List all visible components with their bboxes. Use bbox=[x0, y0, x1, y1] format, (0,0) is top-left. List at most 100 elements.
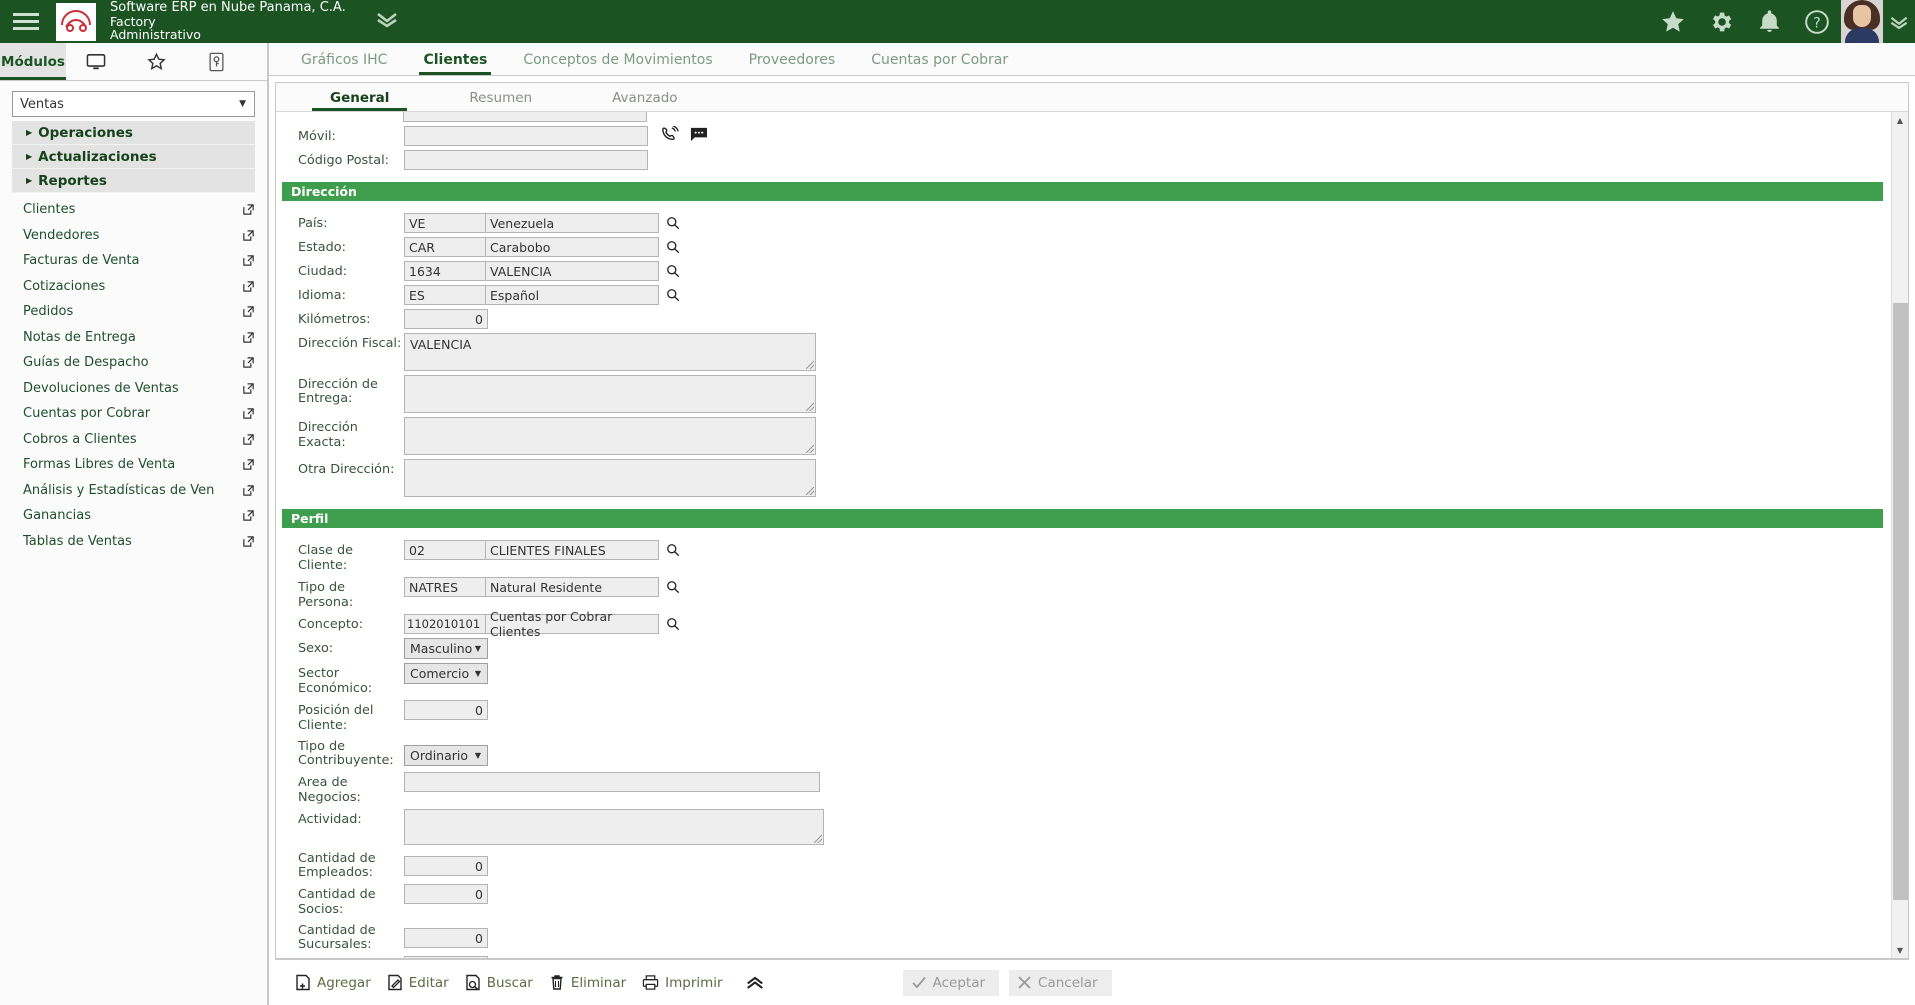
sector-economico-select[interactable]: Comercio ▼ bbox=[404, 663, 488, 684]
notifications-bell-icon[interactable] bbox=[1745, 0, 1793, 43]
magnifier-icon[interactable] bbox=[665, 285, 681, 305]
kilometros-input[interactable]: 0 bbox=[404, 309, 488, 329]
pais-name-input[interactable]: Venezuela bbox=[485, 213, 659, 233]
sidebar-item-notas-de-entrega[interactable]: Notas de Entrega bbox=[0, 325, 267, 351]
sidebar-item-tablas-de-ventas[interactable]: Tablas de Ventas bbox=[0, 529, 267, 555]
clase-cliente-code-input[interactable]: 02 bbox=[404, 540, 486, 560]
actividad-textarea[interactable] bbox=[404, 809, 824, 845]
external-link-icon[interactable] bbox=[242, 433, 255, 446]
chevron-double-down-icon[interactable] bbox=[374, 10, 400, 33]
external-link-icon[interactable] bbox=[242, 458, 255, 471]
external-link-icon[interactable] bbox=[242, 280, 255, 293]
posicion-cliente-input[interactable]: 0 bbox=[404, 700, 488, 720]
sidebar-item-cotizaciones[interactable]: Cotizaciones bbox=[0, 274, 267, 300]
tab-clientes[interactable]: Clientes bbox=[405, 53, 505, 75]
sidebar-item-guias-de-despacho[interactable]: Guías de Despacho bbox=[0, 350, 267, 376]
sidebar-item-clientes[interactable]: Clientes bbox=[0, 197, 267, 223]
tab-conceptos-de-movimientos[interactable]: Conceptos de Movimientos bbox=[505, 53, 730, 75]
magnifier-icon[interactable] bbox=[665, 237, 681, 257]
magnifier-icon[interactable] bbox=[665, 213, 681, 233]
external-link-icon[interactable] bbox=[242, 305, 255, 318]
settings-gear-icon[interactable] bbox=[1697, 0, 1745, 43]
tipo-contribuyente-select[interactable]: Ordinario ▼ bbox=[404, 745, 488, 766]
scroll-down-arrow-icon[interactable]: ▼ bbox=[1892, 942, 1909, 958]
codigo-postal-input[interactable] bbox=[404, 150, 648, 170]
external-link-icon[interactable] bbox=[242, 254, 255, 267]
star-icon[interactable] bbox=[126, 43, 186, 80]
magnifier-icon[interactable] bbox=[665, 540, 681, 560]
hamburger-icon[interactable] bbox=[0, 0, 52, 43]
clipped-field[interactable] bbox=[403, 112, 647, 122]
area-negocios-input[interactable] bbox=[404, 772, 820, 792]
sidebar-item-devoluciones-de-ventas[interactable]: Devoluciones de Ventas bbox=[0, 376, 267, 402]
idioma-code-input[interactable]: ES bbox=[404, 285, 486, 305]
search-button[interactable]: Buscar bbox=[461, 970, 545, 995]
subtab-general[interactable]: General bbox=[290, 91, 429, 112]
add-button[interactable]: Agregar bbox=[291, 970, 383, 995]
subtab-avanzado[interactable]: Avanzado bbox=[572, 91, 717, 112]
tipo-persona-name-input[interactable]: Natural Residente bbox=[485, 577, 659, 597]
sidebar-item-vendedores[interactable]: Vendedores bbox=[0, 223, 267, 249]
form-vertical-scrollbar[interactable]: ▲ ▼ bbox=[1891, 112, 1908, 958]
sidebar-group-actualizaciones[interactable]: ▶ Actualizaciones bbox=[12, 145, 255, 169]
delete-button[interactable]: Eliminar bbox=[545, 970, 638, 995]
tipo-persona-code-input[interactable]: NATRES bbox=[404, 577, 486, 597]
external-link-icon[interactable] bbox=[242, 484, 255, 497]
cantidad-socios-input[interactable]: 0 bbox=[404, 884, 488, 904]
external-link-icon[interactable] bbox=[242, 382, 255, 395]
user-avatar[interactable] bbox=[1841, 0, 1883, 43]
tab-proveedores[interactable]: Proveedores bbox=[731, 53, 854, 75]
direccion-exacta-textarea[interactable] bbox=[404, 417, 816, 455]
magnifier-icon[interactable] bbox=[665, 614, 681, 634]
subtab-resumen[interactable]: Resumen bbox=[429, 91, 572, 112]
pais-code-input[interactable]: VE bbox=[404, 213, 486, 233]
ciudad-name-input[interactable]: VALENCIA bbox=[485, 261, 659, 281]
tab-cuentas-por-cobrar[interactable]: Cuentas por Cobrar bbox=[853, 53, 1026, 75]
clase-cliente-name-input[interactable]: CLIENTES FINALES bbox=[485, 540, 659, 560]
sexo-select[interactable]: Masculino ▼ bbox=[404, 638, 488, 659]
print-button[interactable]: Imprimir bbox=[638, 970, 734, 995]
scrollbar-thumb[interactable] bbox=[1892, 303, 1908, 900]
magnifier-icon[interactable] bbox=[665, 577, 681, 597]
estado-name-input[interactable]: Carabobo bbox=[485, 237, 659, 257]
external-link-icon[interactable] bbox=[242, 509, 255, 522]
external-link-icon[interactable] bbox=[242, 407, 255, 420]
external-link-icon[interactable] bbox=[242, 356, 255, 369]
tab-graficos-ihc[interactable]: Gráficos IHC bbox=[283, 53, 405, 75]
movil-input[interactable] bbox=[404, 126, 648, 146]
external-link-icon[interactable] bbox=[242, 229, 255, 242]
edit-button[interactable]: Editar bbox=[383, 970, 461, 995]
sidebar-item-analisis-y-estadisticas[interactable]: Análisis y Estadísticas de Ven bbox=[0, 478, 267, 504]
concepto-name-input[interactable]: Cuentas por Cobrar Clientes bbox=[485, 609, 659, 639]
sidebar-group-operaciones[interactable]: ▶ Operaciones bbox=[12, 121, 255, 145]
direccion-entrega-textarea[interactable] bbox=[404, 375, 816, 413]
sidebar-item-cuentas-por-cobrar[interactable]: Cuentas por Cobrar bbox=[0, 401, 267, 427]
direccion-fiscal-textarea[interactable]: VALENCIA bbox=[404, 333, 816, 371]
otra-direccion-textarea[interactable] bbox=[404, 459, 816, 497]
phone-call-icon[interactable] bbox=[660, 126, 679, 143]
scroll-up-arrow-icon[interactable]: ▲ bbox=[1892, 112, 1909, 128]
sidebar-tab-modulos[interactable]: Módulos bbox=[0, 43, 66, 80]
ciudad-code-input[interactable]: 1634 bbox=[404, 261, 486, 281]
chevron-double-up-icon[interactable] bbox=[735, 971, 775, 994]
scrollbar-track[interactable] bbox=[1892, 128, 1909, 942]
external-link-icon[interactable] bbox=[242, 535, 255, 548]
estado-code-input[interactable]: CAR bbox=[404, 237, 486, 257]
module-select[interactable]: Ventas ▼ bbox=[12, 91, 255, 117]
sidebar-item-pedidos[interactable]: Pedidos bbox=[0, 299, 267, 325]
concepto-code-input[interactable]: 1102010101 bbox=[404, 614, 486, 634]
idioma-name-input[interactable]: Español bbox=[485, 285, 659, 305]
user-menu-chevron-icon[interactable] bbox=[1883, 0, 1915, 43]
cancel-button[interactable]: Cancelar bbox=[1009, 969, 1112, 996]
sidebar-group-reportes[interactable]: ▶ Reportes bbox=[12, 169, 255, 193]
sidebar-item-ganancias[interactable]: Ganancias bbox=[0, 503, 267, 529]
cantidad-sucursales-input[interactable]: 0 bbox=[404, 928, 488, 948]
accept-button[interactable]: Aceptar bbox=[902, 969, 1000, 996]
help-icon[interactable]: ? bbox=[1793, 0, 1841, 43]
magnifier-icon[interactable] bbox=[665, 261, 681, 281]
monitor-icon[interactable] bbox=[66, 43, 126, 80]
sidebar-item-formas-libres-de-venta[interactable]: Formas Libres de Venta bbox=[0, 452, 267, 478]
sidebar-item-facturas-de-venta[interactable]: Facturas de Venta bbox=[0, 248, 267, 274]
favorites-star-icon[interactable] bbox=[1649, 0, 1697, 43]
key-icon[interactable] bbox=[186, 43, 246, 80]
